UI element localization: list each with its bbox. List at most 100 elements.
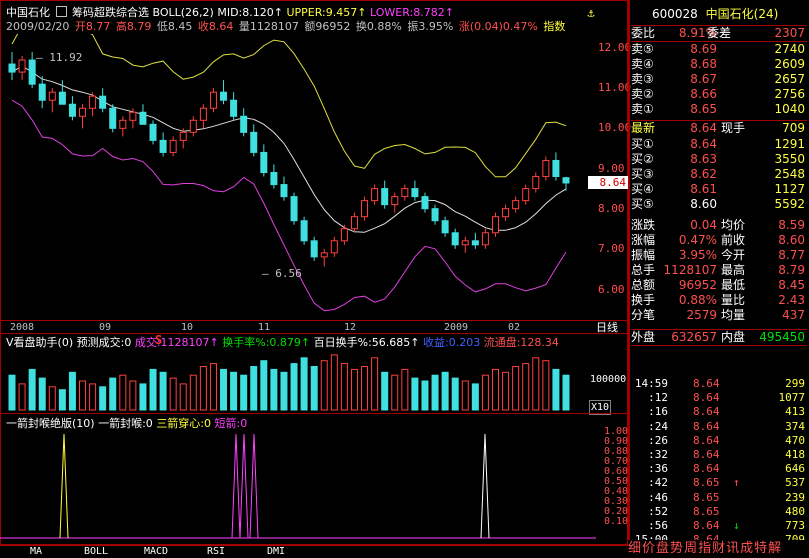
- tab-dmi[interactable]: DMI: [252, 545, 300, 558]
- tick-volume: 646: [785, 462, 805, 476]
- bar-date: 2009/02/20: [6, 20, 70, 33]
- candle-body: [491, 216, 499, 234]
- tick-time: :12: [648, 391, 668, 405]
- status-item[interactable]: 成: [740, 541, 753, 556]
- buy-row-5: 买⑤ 8.60 5592: [631, 197, 807, 212]
- bar-hint: 指数: [543, 20, 566, 33]
- tick-time: :26: [648, 433, 668, 447]
- candle-body: [300, 220, 308, 242]
- buy-row-3: 买③ 8.62 2548: [631, 167, 807, 182]
- volume-bar: [290, 363, 298, 411]
- sell-row-2-price: 8.66: [690, 87, 717, 101]
- status-item[interactable]: 财: [712, 541, 725, 556]
- candle-body: [109, 107, 117, 129]
- tick-volume: 374: [785, 419, 805, 433]
- panel-divider-1: [0, 413, 628, 414]
- stat-row-4-label2: 最低: [721, 278, 746, 292]
- status-item[interactable]: 解: [768, 541, 781, 556]
- status-item[interactable]: 价: [642, 541, 655, 556]
- weibi-label: 委比: [631, 26, 656, 40]
- stat-row-2-vol: 8.77: [778, 248, 805, 262]
- stat-row-5-price: 0.88%: [678, 293, 717, 307]
- vol-indicator[interactable]: V看盘助手(0): [6, 336, 73, 349]
- stat-row-2-label2: 今开: [721, 248, 746, 262]
- tick-time: :16: [648, 405, 668, 419]
- tick-row: :36 8.64 646: [631, 461, 807, 476]
- tick-time: :56: [648, 519, 668, 532]
- status-item[interactable]: 指: [698, 541, 711, 556]
- anchor-icon[interactable]: ⚓: [584, 6, 598, 20]
- buy-row-3-price: 8.62: [690, 167, 717, 181]
- volume-bar: [129, 380, 137, 411]
- status-item[interactable]: 讯: [726, 541, 739, 556]
- formula-icon: [55, 6, 67, 17]
- volume-bar: [391, 374, 399, 411]
- volume-chart[interactable]: [0, 350, 596, 412]
- stat-row-5: 换手 0.88% 量比 2.43: [631, 293, 807, 308]
- volume-bar: [119, 374, 127, 411]
- stock-name[interactable]: 中国石化: [6, 6, 50, 19]
- candle-body: [340, 228, 348, 242]
- tick-row: 14:59 8.64 299: [631, 376, 807, 391]
- boll-lower: LOWER:8.782↑: [369, 6, 454, 19]
- price-label-9: 9.00: [598, 162, 625, 175]
- candle-body: [89, 95, 97, 109]
- tick-volume: 470: [785, 433, 805, 447]
- status-item[interactable]: 细: [628, 541, 641, 556]
- formula-name[interactable]: 筹码超跌综合选: [72, 6, 149, 19]
- tab-rsi[interactable]: RSI: [192, 545, 240, 558]
- status-item[interactable]: 盘: [656, 541, 669, 556]
- signal-chart[interactable]: [0, 430, 596, 542]
- sell-row-3: 卖③ 8.67 2657: [631, 72, 807, 87]
- status-item[interactable]: 势: [670, 541, 683, 556]
- candle-body: [310, 240, 318, 258]
- x-label-09: 09: [99, 322, 112, 333]
- volume-bar: [350, 368, 358, 411]
- boll-upper: UPPER:9.457↑: [286, 6, 367, 19]
- sell-row-1-price: 8.65: [690, 102, 717, 116]
- status-item[interactable]: 特: [754, 541, 767, 556]
- price-label-10: 10.00: [598, 121, 632, 134]
- tick-price: 8.64: [693, 448, 720, 461]
- sell-row-1-vol: 1040: [774, 102, 805, 116]
- tick-price: 8.65: [693, 490, 720, 504]
- status-item[interactable]: 周: [684, 541, 697, 556]
- vol-axis-label: 100000: [590, 374, 627, 385]
- volume-bar: [250, 366, 258, 411]
- tick-time: :36: [648, 462, 668, 476]
- signal-spike: [59, 433, 69, 539]
- candle-body: [68, 103, 76, 117]
- sell-row-1-label: 卖①: [631, 102, 654, 116]
- volume-bar: [48, 386, 56, 411]
- sell-row-3-label: 卖③: [631, 72, 654, 86]
- weicha-label: 委差: [707, 26, 732, 40]
- stat-row-0-label2: 均价: [721, 218, 746, 232]
- volume-bar: [38, 377, 46, 411]
- tick-price: 8.64: [693, 405, 720, 419]
- tick-row: :42 8.65 ↑ 537: [631, 475, 807, 490]
- buy-row-4-label: 买④: [631, 182, 654, 196]
- tick-price: 8.65: [693, 476, 720, 490]
- signal-title[interactable]: 一箭封喉绝版(10): [6, 417, 95, 430]
- volume-bar: [230, 371, 238, 411]
- x-axis-bar: [0, 320, 628, 334]
- vol-turnover: 换手率%:0.879↑: [222, 336, 311, 349]
- sell-row-5: 卖⑤ 8.69 2740: [631, 42, 807, 57]
- tick-time: :32: [648, 448, 668, 461]
- buy-row-1-label: 买①: [631, 137, 654, 151]
- tab-ma[interactable]: MA: [16, 545, 56, 558]
- volume-bar: [431, 374, 439, 411]
- candle-body: [381, 188, 389, 206]
- volume-bar: [411, 377, 419, 411]
- volume-bar: [381, 371, 389, 411]
- tab-boll[interactable]: BOLL: [72, 545, 120, 558]
- sell-row-5-vol: 2740: [774, 42, 805, 56]
- current-hand-value: 709: [782, 121, 805, 135]
- candle-body: [179, 131, 187, 141]
- tick-volume: 239: [785, 490, 805, 504]
- period-tab[interactable]: 日线: [596, 321, 618, 334]
- candle-body: [371, 188, 379, 202]
- tab-macd[interactable]: MACD: [132, 545, 180, 558]
- volume-bar: [532, 357, 540, 411]
- tick-row: :26 8.64 470: [631, 433, 807, 448]
